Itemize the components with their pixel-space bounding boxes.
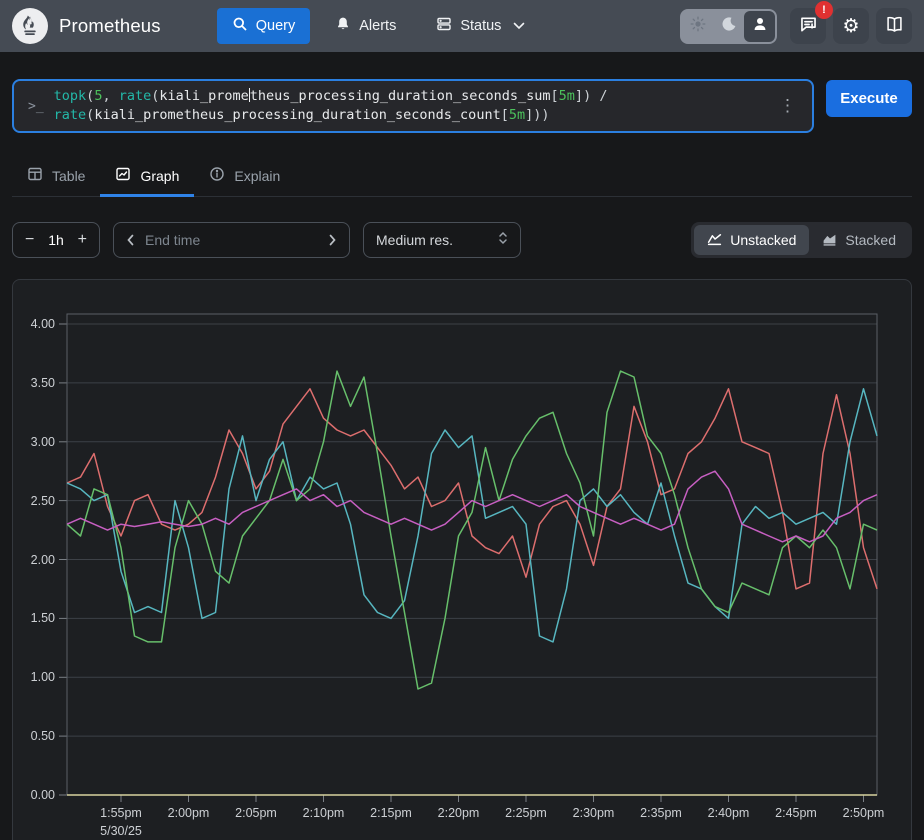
user-icon xyxy=(752,16,768,37)
x-axis-tick-label: 2:40pm xyxy=(697,806,761,820)
time-forward-button[interactable] xyxy=(326,232,339,248)
select-caret-icon xyxy=(498,231,508,250)
theme-dark-option[interactable] xyxy=(713,11,744,42)
navbar-right: ! ⚙ xyxy=(680,8,912,44)
y-axis-tick-label: 1.50 xyxy=(13,610,55,626)
graph-panel: 4.00 3.50 3.00 2.50 2.00 1.50 1.00 0.50 0.00 1:55… xyxy=(12,279,912,840)
x-axis-tick-label: 2:05pm xyxy=(224,806,288,820)
navbar: Prometheus Query Alerts xyxy=(0,0,924,52)
notification-badge: ! xyxy=(815,1,833,19)
tab-table[interactable]: Table xyxy=(12,157,100,196)
app-title: Prometheus xyxy=(59,15,161,37)
range-control: − 1h + xyxy=(12,222,100,258)
y-axis-tick-label: 0.00 xyxy=(13,787,55,803)
end-time-control xyxy=(113,222,350,258)
result-tabs: Table Graph Explain xyxy=(12,157,912,197)
tab-graph[interactable]: Graph xyxy=(100,157,194,196)
stacked-option[interactable]: Stacked xyxy=(809,225,909,255)
y-axis-tick-label: 4.00 xyxy=(13,316,55,332)
theme-system-option[interactable] xyxy=(744,11,775,42)
search-icon xyxy=(232,16,248,36)
bell-icon xyxy=(335,16,351,36)
stacking-toggle: Unstacked Stacked xyxy=(691,222,912,258)
theme-light-option[interactable] xyxy=(682,11,713,42)
settings-button[interactable]: ⚙ xyxy=(833,8,869,44)
expression-menu-button[interactable]: ⋮ xyxy=(773,96,802,116)
x-axis-date-label: 5/30/25 xyxy=(89,824,153,838)
main-nav: Query Alerts Status xyxy=(217,8,541,44)
table-icon xyxy=(27,166,43,185)
info-icon xyxy=(209,166,225,185)
end-time-input[interactable] xyxy=(145,232,318,248)
execute-button[interactable]: Execute xyxy=(826,80,912,117)
y-axis-tick-label: 1.00 xyxy=(13,669,55,685)
x-axis-tick-label: 2:35pm xyxy=(629,806,693,820)
x-axis-tick-label: 2:15pm xyxy=(359,806,423,820)
chevron-down-icon xyxy=(513,22,525,30)
terminal-prompt-icon: >_ xyxy=(28,99,44,114)
nav-status-button[interactable]: Status xyxy=(421,8,540,44)
time-back-button[interactable] xyxy=(124,232,137,248)
x-axis-tick-label: 2:45pm xyxy=(764,806,828,820)
prometheus-logo-icon xyxy=(12,8,48,44)
chart-plot[interactable] xyxy=(67,314,877,795)
docs-button[interactable] xyxy=(876,8,912,44)
sun-icon xyxy=(690,16,706,37)
x-axis-tick-label: 2:30pm xyxy=(562,806,626,820)
resolution-value: Medium res. xyxy=(376,232,453,248)
nav-query-button[interactable]: Query xyxy=(217,8,311,44)
range-value[interactable]: 1h xyxy=(48,232,64,248)
x-axis-tick-label: 2:10pm xyxy=(292,806,356,820)
gear-icon: ⚙ xyxy=(842,15,859,37)
x-axis-tick-label: 2:20pm xyxy=(427,806,491,820)
graph-controls: − 1h + Medium res. xyxy=(12,222,912,258)
y-axis-tick-label: 3.50 xyxy=(13,375,55,391)
y-axis-tick-label: 3.00 xyxy=(13,434,55,450)
resolution-select[interactable]: Medium res. xyxy=(363,222,521,258)
x-axis-tick-label: 2:50pm xyxy=(832,806,896,820)
moon-icon xyxy=(721,16,737,37)
unstacked-option[interactable]: Unstacked xyxy=(694,225,809,255)
chart-series-series-1 xyxy=(67,389,877,589)
chart-series-series-2 xyxy=(67,389,877,642)
brand[interactable]: Prometheus xyxy=(12,8,161,44)
x-axis-tick-label: 2:00pm xyxy=(157,806,221,820)
book-icon xyxy=(885,15,904,37)
y-axis-tick-label: 2.00 xyxy=(13,552,55,568)
y-axis-tick-label: 0.50 xyxy=(13,728,55,744)
range-increase-button[interactable]: + xyxy=(76,230,89,250)
notifications-button[interactable]: ! xyxy=(790,8,826,44)
tab-explain[interactable]: Explain xyxy=(194,157,295,196)
nav-alerts-button[interactable]: Alerts xyxy=(320,8,411,44)
query-row: >_ topk(5, rate(kiali_prometheus_process… xyxy=(12,79,912,133)
theme-toggle xyxy=(680,9,777,44)
area-chart-icon xyxy=(822,231,837,249)
x-axis-tick-label: 2:25pm xyxy=(494,806,558,820)
y-axis-tick-label: 2.50 xyxy=(13,493,55,509)
x-axis-tick-label: 1:55pm xyxy=(89,806,153,820)
expression-code[interactable]: topk(5, rate(kiali_prometheus_processing… xyxy=(54,87,773,125)
server-icon xyxy=(436,16,452,36)
graph-icon xyxy=(115,166,131,185)
message-alert-icon xyxy=(799,15,818,37)
range-decrease-button[interactable]: − xyxy=(23,230,36,250)
expression-input[interactable]: >_ topk(5, rate(kiali_prometheus_process… xyxy=(12,79,814,133)
line-chart-icon xyxy=(707,231,722,249)
